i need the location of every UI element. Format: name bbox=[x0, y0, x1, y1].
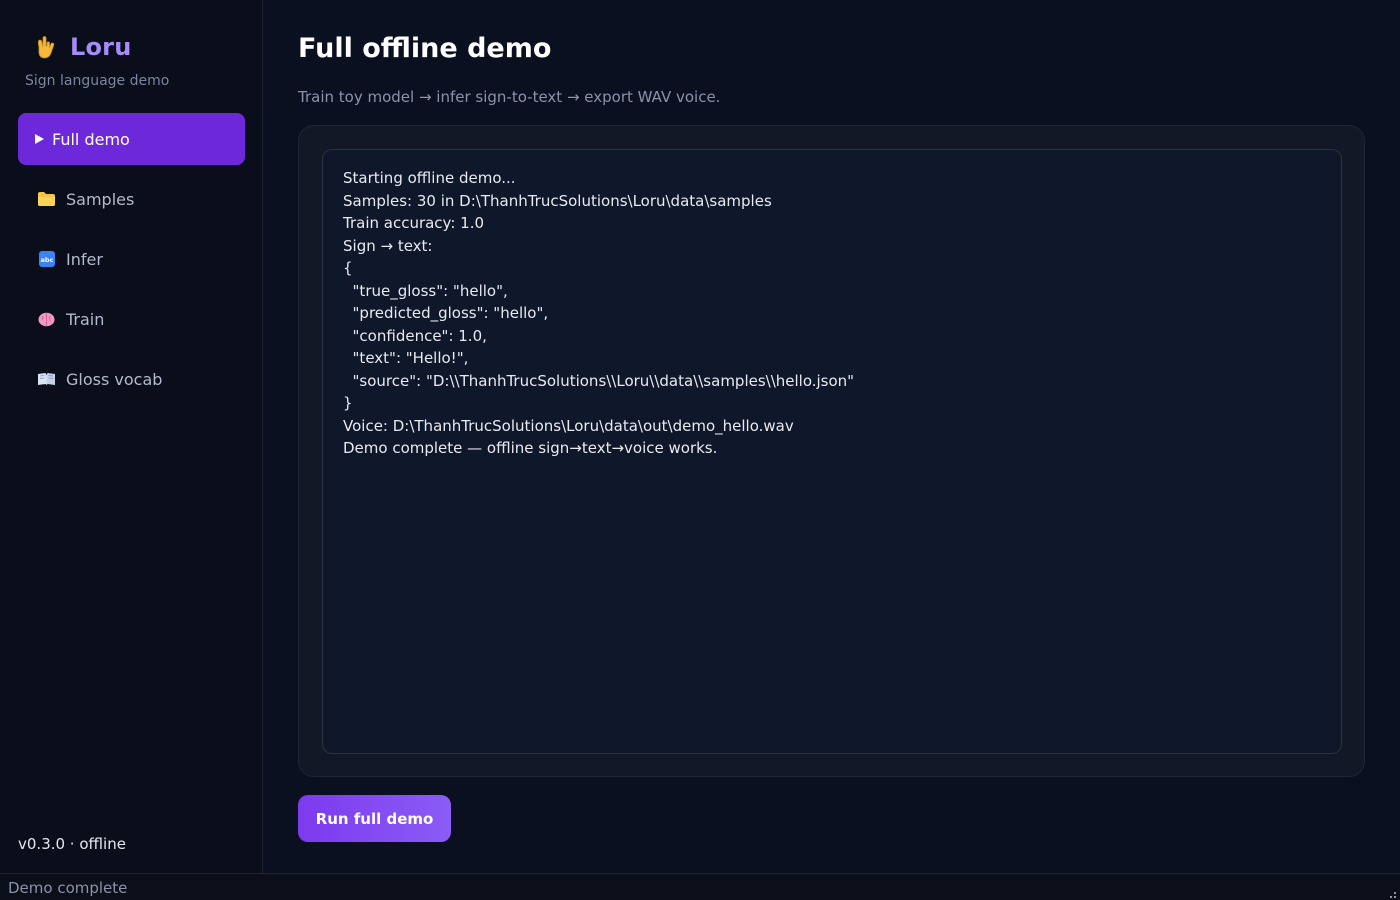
output-card: Starting offline demo... Samples: 30 in D… bbox=[298, 125, 1365, 777]
app-tagline: Sign language demo bbox=[25, 73, 170, 89]
brain-icon bbox=[38, 311, 55, 328]
log-line: } bbox=[343, 394, 353, 412]
sidebar-item-infer[interactable]: abc Infer bbox=[18, 233, 245, 285]
sidebar-item-samples[interactable]: Samples bbox=[18, 173, 245, 225]
log-line: Sign → text: bbox=[343, 236, 433, 255]
log-line: Voice: D:\ThanhTrucSolutions\Loru\data\o… bbox=[343, 416, 794, 435]
version-label: v0.3.0 · offline bbox=[18, 835, 126, 853]
log-line: "true_gloss": "hello", bbox=[343, 281, 508, 300]
log-line: Train accuracy: 1.0 bbox=[343, 214, 485, 232]
resize-grip-icon[interactable] bbox=[1386, 887, 1396, 898]
log-line: "source": "D:\\ThanhTrucSolutions\\Loru\… bbox=[343, 371, 855, 390]
app-window: Loru Sign language demo Full demo Sample… bbox=[0, 0, 1400, 873]
sidebar-item-label: Full demo bbox=[52, 129, 130, 149]
sidebar-item-gloss-vocab[interactable]: Gloss vocab bbox=[18, 353, 245, 405]
status-bar: Demo complete bbox=[0, 873, 1400, 900]
sidebar-nav: Full demo Samples abc Infer Train Gloss … bbox=[18, 113, 245, 413]
sidebar-item-train[interactable]: Train bbox=[18, 293, 245, 345]
page-subtitle: Train toy model → infer sign-to-text → e… bbox=[298, 88, 721, 106]
status-text: Demo complete bbox=[8, 879, 128, 897]
app-name: Loru bbox=[70, 33, 132, 61]
book-icon bbox=[38, 371, 55, 388]
page-title: Full offline demo bbox=[298, 33, 552, 64]
sidebar-item-full-demo[interactable]: Full demo bbox=[18, 113, 245, 165]
log-line: Demo complete — offline sign→text→voice … bbox=[343, 439, 718, 457]
demo-output-log[interactable]: Starting offline demo... Samples: 30 in D… bbox=[322, 149, 1342, 754]
run-full-demo-button[interactable]: Run full demo bbox=[298, 795, 451, 842]
svg-text:abc: abc bbox=[40, 256, 53, 264]
sidebar-item-label: Infer bbox=[66, 249, 103, 269]
log-line: "predicted_gloss": "hello", bbox=[343, 304, 549, 322]
sidebar-item-label: Gloss vocab bbox=[66, 369, 163, 389]
sidebar: Loru Sign language demo Full demo Sample… bbox=[0, 0, 263, 873]
log-line: { bbox=[343, 259, 353, 277]
brand: Loru bbox=[32, 33, 132, 61]
log-line: "text": "Hello!", bbox=[343, 349, 469, 367]
folder-icon bbox=[38, 191, 55, 208]
main-panel: Full offline demo Train toy model → infe… bbox=[263, 0, 1400, 873]
sidebar-item-label: Samples bbox=[66, 189, 135, 209]
sidebar-item-label: Train bbox=[66, 309, 105, 329]
play-icon bbox=[34, 131, 44, 148]
log-line: Starting offline demo... bbox=[343, 169, 516, 187]
log-line: Samples: 30 in D:\ThanhTrucSolutions\Lor… bbox=[343, 191, 772, 210]
abc-icon: abc bbox=[38, 251, 55, 268]
log-line: "confidence": 1.0, bbox=[343, 326, 487, 345]
love-you-hand-icon bbox=[32, 34, 58, 60]
